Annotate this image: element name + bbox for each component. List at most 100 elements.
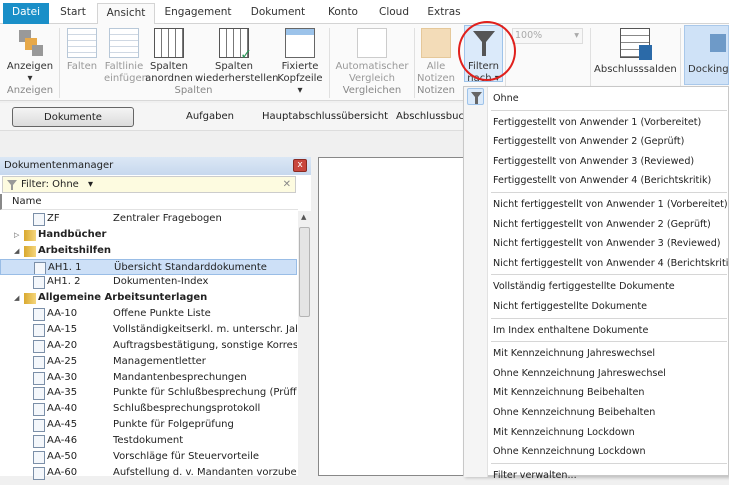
menu-item[interactable]: Mit Kennzeichnung Lockdown: [493, 423, 728, 442]
docking-button[interactable]: Docking-: [684, 25, 729, 85]
clear-filter-icon[interactable]: ✕: [283, 177, 291, 192]
tab-dokument[interactable]: Dokument: [243, 3, 313, 24]
grid-pen-icon: [109, 28, 139, 58]
tab-start[interactable]: Start: [50, 3, 96, 24]
document-icon: [33, 466, 45, 480]
menu-item[interactable]: Fertiggestellt von Anwender 1 (Vorbereit…: [493, 113, 728, 132]
document-icon: [33, 213, 45, 226]
tree-document-row[interactable]: AA-60 Aufstellung d. v. Mandanten vorzube…: [0, 465, 297, 481]
notizen-label1: Alle: [426, 61, 446, 72]
menu-item[interactable]: Nicht fertiggestellt von Anwender 1 (Vor…: [493, 195, 728, 214]
tree-folder[interactable]: ◢ Allgemeine Arbeitsunterlagen: [0, 290, 297, 306]
document-manager-panel: Dokumentenmanager x Filter: Ohne ▾ ✕ Name…: [0, 157, 311, 480]
tree-document-row[interactable]: AA-40 Schlußbesprechungsprotokoll: [0, 401, 297, 417]
menu-item[interactable]: Nicht fertiggestellt von Anwender 4 (Ber…: [493, 254, 729, 273]
tree-document-row[interactable]: AA-45 Punkte für Folgeprüfung: [0, 417, 297, 433]
nav-aufgaben[interactable]: Aufgaben: [170, 107, 250, 127]
document-code: AA-60: [47, 466, 78, 478]
document-description: Aufstellung d. v. Mandanten vorzubere: [113, 466, 297, 478]
tab-extras[interactable]: Extras: [422, 3, 466, 24]
menu-separator: [491, 274, 727, 276]
tab-engagement[interactable]: Engagement: [158, 3, 238, 24]
menu-item[interactable]: Fertiggestellt von Anwender 2 (Geprüft): [493, 132, 728, 151]
collapse-arrow-icon[interactable]: ◢: [14, 243, 19, 259]
docking-label: Docking-: [688, 64, 729, 75]
menu-item[interactable]: Ohne Kennzeichnung Jahreswechsel: [493, 364, 728, 383]
tree-document-row[interactable]: AH1. 1 Übersicht Standarddokumente: [0, 258, 297, 275]
folder-icon: [24, 229, 36, 241]
menu-item[interactable]: Ohne Kennzeichnung Beibehalten: [493, 403, 728, 422]
folder-icon: [24, 293, 36, 305]
menu-item[interactable]: Im Index enthaltene Dokumente: [493, 321, 728, 340]
tree-folder[interactable]: ◢ Arbeitshilfen: [0, 243, 297, 259]
falten-button[interactable]: Falten: [62, 26, 102, 73]
funnel-icon: [7, 180, 17, 190]
dropdown-arrow-icon: ▾: [27, 73, 33, 84]
faltlinie-label2: einfügen: [104, 73, 148, 84]
collapse-arrow-icon[interactable]: ◢: [14, 290, 19, 306]
menu-item[interactable]: Nicht fertiggestellte Dokumente: [493, 297, 728, 316]
columns-arrow-icon: [154, 28, 184, 58]
menu-item[interactable]: Mit Kennzeichnung Jahreswechsel: [493, 344, 728, 363]
menu-item[interactable]: Fertiggestellt von Anwender 3 (Reviewed): [493, 152, 728, 171]
abschlusssalden-label: Abschlusssalden: [594, 64, 677, 75]
vertical-scrollbar[interactable]: ▲: [298, 211, 311, 476]
tree-document-row[interactable]: AH1. 2 Dokumenten-Index: [0, 274, 297, 290]
tab-ansicht[interactable]: Ansicht: [97, 3, 155, 25]
folder-name: Handbücher: [38, 228, 107, 240]
dropdown-arrow-icon[interactable]: ▾: [88, 179, 93, 190]
close-icon[interactable]: x: [293, 159, 307, 172]
tab-cloud[interactable]: Cloud: [372, 3, 416, 24]
tree-document-row[interactable]: AA-50 Vorschläge für Steuervorteile: [0, 449, 297, 465]
fixierte-label2: Kopfzeile: [277, 73, 323, 84]
faltlinie-button[interactable]: Faltlinie einfügen: [104, 26, 148, 85]
document-code: AA-50: [47, 450, 78, 462]
spalten-anordnen-button[interactable]: Spalten anordnen: [145, 26, 193, 85]
expand-arrow-icon[interactable]: ▷: [14, 227, 19, 243]
tree-document-row[interactable]: AA-20 Auftragsbestätigung, sonstige Korre…: [0, 338, 297, 354]
column-header-name[interactable]: Name: [0, 194, 298, 210]
menu-item[interactable]: Nicht fertiggestellt von Anwender 3 (Rev…: [493, 234, 728, 253]
document-description: Punkte für Schlußbesprechung (Prüffes: [113, 387, 297, 399]
group-notizen-label: Notizen: [416, 85, 456, 96]
nav-hauptabschlussuebersicht[interactable]: Hauptabschlussübersicht: [262, 107, 388, 127]
document-description: Managementletter: [113, 355, 206, 367]
anzeigen-button[interactable]: Anzeigen ▾: [4, 26, 56, 85]
tree-document-row[interactable]: AA-35 Punkte für Schlußbesprechung (Prüff…: [0, 385, 297, 401]
alle-notizen-button[interactable]: Alle Notizen: [416, 26, 456, 85]
document-view-area[interactable]: [318, 157, 478, 476]
menu-item[interactable]: Nicht fertiggestellt von Anwender 2 (Gep…: [493, 215, 728, 234]
filter-bar[interactable]: Filter: Ohne ▾ ✕: [2, 176, 296, 193]
zoom-select[interactable]: 100% ▾: [512, 28, 583, 44]
scrollbar-thumb[interactable]: [299, 227, 310, 317]
tree-document-row[interactable]: AA-10 Offene Punkte Liste: [0, 306, 297, 322]
tree-document-row[interactable]: AA-30 Mandantenbesprechungen: [0, 370, 297, 386]
abschlusssalden-button[interactable]: Abschlusssalden: [594, 26, 677, 76]
spalten-anordnen-label1: Spalten: [149, 61, 188, 72]
menu-item[interactable]: Filter verwalten...: [493, 466, 728, 485]
menu-item[interactable]: Mit Kennzeichnung Beibehalten: [493, 383, 728, 402]
tab-konto[interactable]: Konto: [318, 3, 368, 24]
menu-item[interactable]: Vollständig fertiggestellte Dokumente: [493, 277, 728, 296]
nav-abschlussbuch[interactable]: Abschlussbuch: [396, 107, 466, 127]
menu-item[interactable]: Fertiggestellt von Anwender 4 (Berichtsk…: [493, 171, 728, 190]
document-code: AA-40: [47, 403, 78, 415]
scroll-up-icon[interactable]: ▲: [301, 213, 306, 221]
automatischer-vergleich-button[interactable]: Automatischer Vergleich: [333, 26, 411, 85]
nav-dokumente[interactable]: Dokumente: [12, 107, 134, 127]
tree-document-row[interactable]: AA-15 Vollständigkeitserkl. m. unterschr.…: [0, 322, 297, 338]
document-code: AA-46: [47, 434, 78, 446]
menu-item[interactable]: Ohne: [493, 89, 728, 108]
table-calculator-icon: [620, 28, 652, 60]
document-icon: [33, 308, 45, 322]
spalten-wiederherstellen-button[interactable]: ✓ Spalten wiederherstellen: [195, 26, 278, 85]
menu-item[interactable]: Ohne Kennzeichnung Lockdown: [493, 442, 728, 461]
tree-document-row[interactable]: AA-25 Managementletter: [0, 354, 297, 370]
document-code: AA-20: [47, 339, 78, 351]
tab-datei[interactable]: Datei: [3, 3, 49, 24]
tree-document-row[interactable]: ZF Zentraler Fragebogen: [0, 211, 297, 227]
document-code: AA-15: [47, 323, 78, 335]
tree-folder[interactable]: ▷ Handbücher: [0, 227, 297, 243]
folder-icon: [24, 245, 36, 257]
tree-document-row[interactable]: AA-46 Testdokument: [0, 433, 297, 449]
